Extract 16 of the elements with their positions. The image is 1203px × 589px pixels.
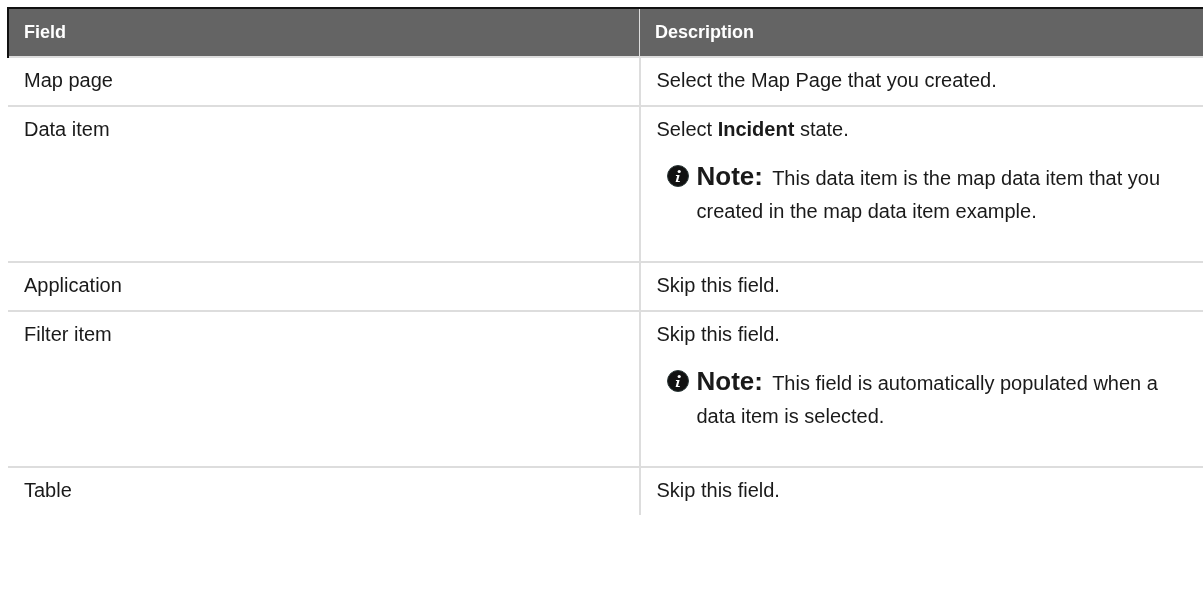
description-text: Skip this field. [656, 479, 781, 501]
info-icon [666, 165, 689, 187]
note-text: Note: This field is automatically populated when a data item is selected. [696, 365, 1159, 429]
field-name: Data item [24, 118, 110, 140]
field-name: Application [24, 274, 122, 296]
info-icon [666, 370, 689, 392]
column-header: Description [639, 8, 1203, 57]
column-header: Field [8, 8, 640, 57]
description-text: Select Incident state. [656, 118, 850, 140]
description-text: Skip this field. [656, 323, 781, 345]
description-text: Select the Map Page that you created. [656, 69, 998, 91]
note-text: Note: This data item is the map data item that you created in the map data item example. [696, 160, 1162, 224]
field-name: Filter item [24, 323, 112, 345]
field-name: Table [24, 479, 72, 501]
description-text: Skip this field. [656, 274, 781, 296]
field-name: Map page [24, 69, 113, 91]
